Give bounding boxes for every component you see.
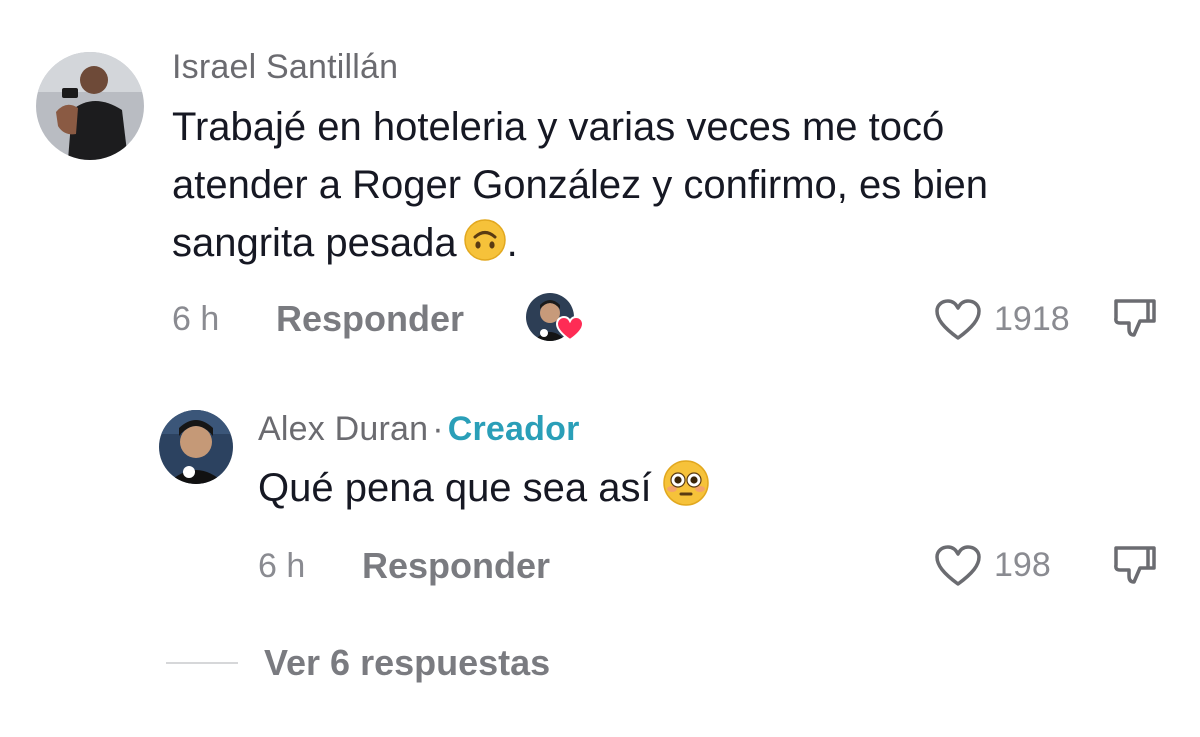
commenter-username[interactable]: Israel Santillán bbox=[172, 48, 398, 87]
comment-timestamp: 6 h bbox=[172, 300, 220, 338]
comment-line-2: atender a Roger González y confirmo, es … bbox=[172, 163, 988, 207]
heart-badge-icon bbox=[556, 316, 584, 342]
reply-dislike-icon[interactable] bbox=[1112, 544, 1158, 588]
comment-line-3-suffix: . bbox=[506, 221, 518, 265]
commenter-avatar[interactable] bbox=[36, 52, 144, 160]
reply-text-content: Qué pena que sea así bbox=[258, 466, 652, 510]
comment-like-count: 1918 bbox=[994, 300, 1070, 338]
upside-down-face-icon bbox=[463, 218, 507, 262]
comment-text: Trabajé en hoteleria y varias veces me t… bbox=[172, 98, 988, 272]
replies-divider bbox=[166, 662, 238, 664]
comment-dislike-icon[interactable] bbox=[1112, 297, 1158, 341]
comment-line-3: sangrita pesada. bbox=[172, 214, 988, 272]
reply-like-heart-icon[interactable] bbox=[934, 545, 982, 587]
reply-author-avatar[interactable] bbox=[159, 410, 233, 484]
reply-reply-button[interactable]: Responder bbox=[362, 545, 550, 587]
comment-line-1: Trabajé en hoteleria y varias veces me t… bbox=[172, 105, 945, 149]
author-separator: · bbox=[432, 410, 444, 448]
reply-text: Qué pena que sea así bbox=[258, 459, 710, 517]
reply-like-count: 198 bbox=[994, 546, 1051, 584]
reply-author-line: Alex Duran · Creador bbox=[258, 410, 580, 449]
comment-reply-button[interactable]: Responder bbox=[276, 298, 464, 340]
creator-badge: Creador bbox=[447, 410, 580, 448]
comment-line-3-text: sangrita pesada bbox=[172, 221, 457, 265]
reply-timestamp: 6 h bbox=[258, 547, 306, 585]
flushed-face-icon bbox=[662, 459, 710, 507]
reply-author-name[interactable]: Alex Duran bbox=[258, 410, 428, 448]
comment-like-heart-icon[interactable] bbox=[934, 299, 982, 341]
view-more-replies-button[interactable]: Ver 6 respuestas bbox=[264, 642, 550, 684]
